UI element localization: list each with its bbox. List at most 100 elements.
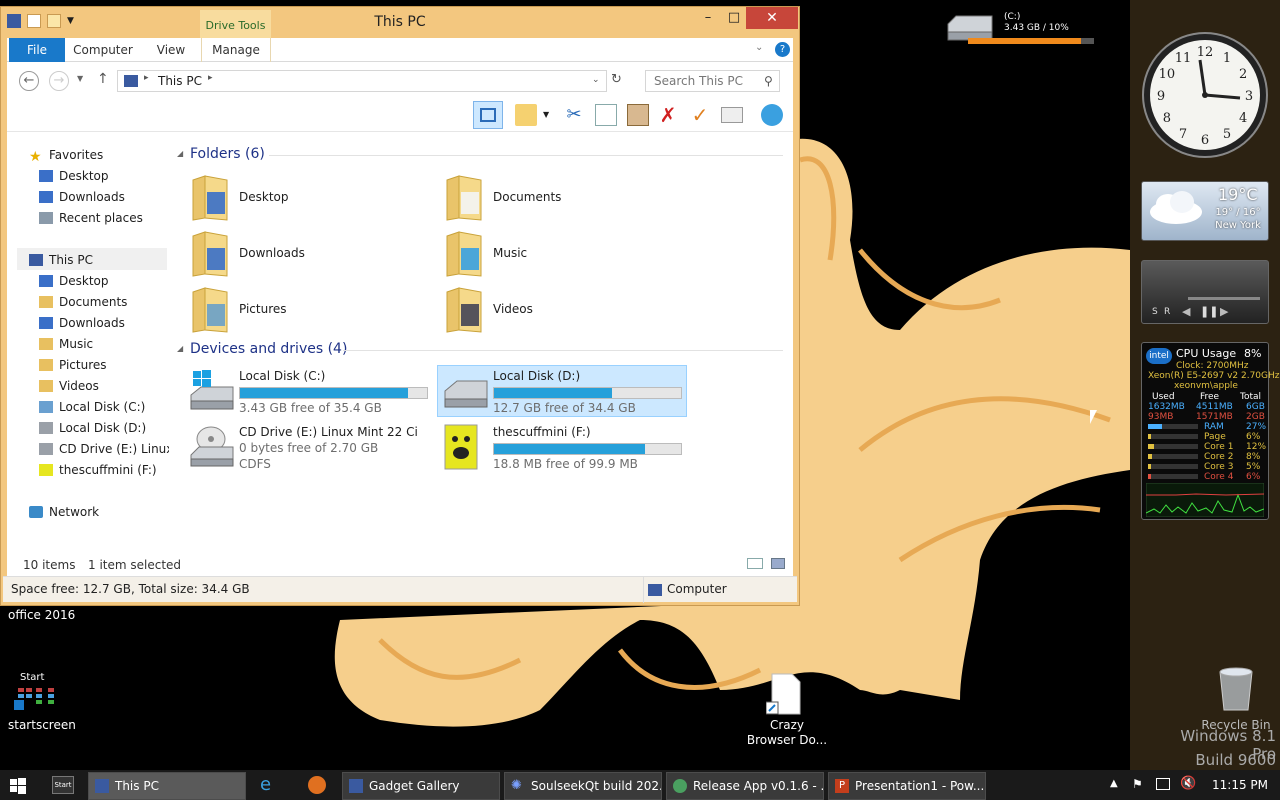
address-dropdown-icon[interactable]: ⌄ (592, 75, 600, 85)
desktop-crazy-label-2[interactable]: Browser Do... (740, 733, 834, 747)
start-windows-icon[interactable] (10, 778, 26, 794)
folder-desktop[interactable]: Desktop (187, 174, 427, 226)
recent-locations-icon[interactable]: ▼ (77, 74, 83, 83)
desktop-start-label[interactable]: Start (20, 672, 44, 683)
maximize-button[interactable]: □ (721, 7, 747, 29)
media-seek-bar[interactable] (1188, 297, 1260, 300)
address-path[interactable]: This PC (158, 74, 202, 88)
disk-gadget: (C:) 3.43 GB / 10% (942, 10, 1102, 50)
collapse-drives-icon[interactable]: ◢ (177, 344, 183, 353)
nav-pc-videos[interactable]: Videos (39, 376, 169, 396)
paste-icon[interactable] (627, 104, 649, 126)
folder-videos[interactable]: Videos (441, 286, 681, 338)
folder-music[interactable]: Music (441, 230, 681, 282)
folder-downloads[interactable]: Downloads (187, 230, 427, 282)
folder-pictures[interactable]: Pictures (187, 286, 427, 338)
ribbon-expand-icon[interactable]: ⌄ (755, 42, 763, 53)
delete-icon[interactable]: ✗ (657, 104, 679, 126)
nav-pc-desktop[interactable]: Desktop (39, 271, 169, 291)
folders-group-header[interactable]: Folders (6) (190, 146, 265, 162)
nav-pc-local-disk-c[interactable]: Local Disk (C:) (39, 397, 169, 417)
nav-pc-local-disk-d[interactable]: Local Disk (D:) (39, 418, 169, 438)
chevron-right-icon[interactable]: ▸ (144, 73, 149, 83)
drive-tools-context-tab[interactable]: Drive Tools (200, 10, 271, 38)
address-input[interactable]: ▸ This PC ▸ ⌄ (117, 70, 607, 92)
drive-f[interactable]: thescuffmini (F:) 18.8 MB free of 99.9 M… (441, 423, 691, 475)
desktop-crazy-label-1[interactable]: Crazy (740, 718, 834, 732)
nav-fav-recent[interactable]: Recent places (39, 208, 143, 228)
meter-ram-percent: 27% (1246, 422, 1267, 432)
tab-file[interactable]: File (9, 38, 65, 62)
nav-favorites[interactable]: ★ Favorites (29, 145, 103, 165)
drive-tool-icon[interactable] (721, 107, 743, 123)
taskbar-gadget-gallery-label: Gadget Gallery (369, 779, 460, 793)
mouse-cursor-icon (1090, 410, 1097, 424)
tray-overflow-icon[interactable]: ▲ (1110, 778, 1118, 789)
taskbar-release-app[interactable]: Release App v0.1.6 - ... (666, 772, 824, 800)
nav-pc-cd-drive-e[interactable]: CD Drive (E:) Linux M (39, 439, 169, 459)
nav-fav-downloads[interactable]: Downloads (39, 187, 125, 207)
nav-pc-thescuffmini-f[interactable]: thescuffmini (F:) (39, 460, 169, 480)
volume-muted-icon[interactable]: 🔇 (1180, 776, 1196, 791)
taskbar-powerpoint[interactable]: P Presentation1 - Pow... (828, 772, 986, 800)
properties-dropdown-icon[interactable]: ▼ (543, 110, 549, 119)
search-icon[interactable]: ⚲ (764, 71, 773, 91)
properties-check-icon[interactable] (515, 104, 537, 126)
close-button[interactable]: ✕ (746, 7, 798, 29)
nav-fav-desktop[interactable]: Desktop (39, 166, 109, 186)
drive-c[interactable]: Local Disk (C:) 3.43 GB free of 35.4 GB (187, 367, 437, 419)
tab-view[interactable]: View (149, 38, 193, 62)
details-view-icon[interactable] (747, 558, 763, 569)
search-input[interactable]: Search This PC ⚲ (645, 70, 780, 92)
nav-this-pc[interactable]: This PC (29, 250, 93, 270)
drives-group-header[interactable]: Devices and drives (4) (190, 341, 347, 357)
tab-manage[interactable]: Manage (201, 38, 271, 62)
nav-pc-pictures[interactable]: Pictures (39, 355, 169, 375)
cut-icon[interactable]: ✂ (563, 104, 585, 126)
collapse-folders-icon[interactable]: ◢ (177, 149, 183, 158)
minimize-button[interactable]: – (695, 7, 721, 29)
media-prev-icon[interactable]: ◀ (1182, 305, 1190, 318)
folder-documents[interactable]: Documents (441, 174, 681, 226)
chevron-right-icon[interactable]: ▸ (208, 73, 213, 83)
desktop-startscreen-label[interactable]: startscreen (8, 718, 76, 732)
clock-number: 12 (1197, 45, 1214, 60)
media-s-label[interactable]: S (1152, 307, 1158, 317)
title-bar[interactable]: ▼ This PC Drive Tools – □ ✕ (1, 7, 799, 38)
up-button[interactable]: ↑ (97, 71, 109, 87)
help-icon[interactable]: ? (775, 42, 790, 57)
forward-button[interactable]: → (49, 71, 69, 91)
preview-pane-icon[interactable] (473, 101, 503, 129)
media-next-icon[interactable]: ▶ (1220, 305, 1228, 318)
taskbar-gadget-gallery[interactable]: Gadget Gallery (342, 772, 500, 800)
tab-computer[interactable]: Computer (73, 38, 133, 62)
rename-icon[interactable]: ✓ (689, 104, 711, 126)
media-pause-icon[interactable]: ❚❚ (1200, 305, 1218, 318)
nav-network[interactable]: Network (29, 502, 99, 522)
nav-pc-music[interactable]: Music (39, 334, 169, 354)
recycle-bin-icon[interactable] (1216, 666, 1256, 712)
nav-pc-downloads[interactable]: Downloads (39, 313, 169, 333)
clock-time[interactable]: 11:15 PM (1212, 778, 1268, 792)
nav-pc-documents[interactable]: Documents (39, 292, 169, 312)
taskbar-this-pc[interactable]: This PC (88, 772, 246, 800)
back-button[interactable]: ← (19, 71, 39, 91)
network-globe-icon[interactable] (761, 104, 783, 126)
startscreen-shortcut-icon[interactable] (14, 688, 58, 710)
firefox-icon[interactable] (308, 776, 326, 794)
copy-icon[interactable] (595, 104, 617, 126)
document-shortcut-icon[interactable] (766, 672, 804, 716)
action-center-flag-icon[interactable]: ⚑ (1132, 777, 1143, 791)
internet-explorer-icon[interactable]: e (260, 776, 271, 794)
startscreen-taskbar-icon[interactable]: Start (52, 776, 74, 794)
large-icons-view-icon[interactable] (771, 558, 785, 569)
refresh-icon[interactable]: ↻ (611, 72, 622, 87)
drive-e[interactable]: CD Drive (E:) Linux Mint 22 Ci 0 bytes f… (187, 423, 437, 475)
folder-downloads-label: Downloads (239, 246, 305, 260)
taskbar-soulseek[interactable]: ✺ SoulseekQt build 202... (504, 772, 662, 800)
media-r-label[interactable]: R (1164, 307, 1170, 317)
disk-gadget-bar (968, 38, 1094, 44)
desktop-office-label[interactable]: office 2016 (8, 608, 75, 622)
drive-d[interactable]: Local Disk (D:) 12.7 GB free of 34.4 GB (441, 367, 691, 419)
network-tray-icon[interactable] (1156, 778, 1170, 790)
